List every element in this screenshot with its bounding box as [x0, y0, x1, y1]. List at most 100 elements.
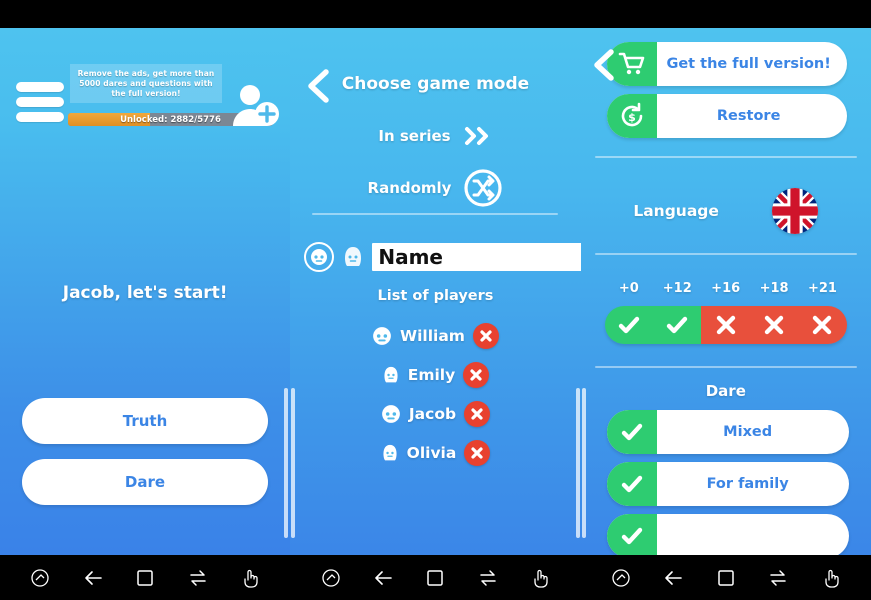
android-navigation-bar	[0, 555, 871, 600]
language-label: Language	[633, 202, 719, 220]
get-full-version-button[interactable]: Get the full version!	[606, 42, 847, 86]
hand-pointer-icon[interactable]	[818, 565, 844, 591]
truth-button-label: Truth	[122, 412, 168, 430]
dare-button-label: Dare	[124, 473, 166, 491]
panels-container: Remove the ads, get more than 5000 dares…	[0, 28, 871, 555]
close-x-icon[interactable]	[464, 439, 491, 466]
player-name: Emily	[407, 365, 456, 384]
check-icon	[667, 316, 688, 334]
avatar	[372, 326, 392, 346]
nav-group-3	[581, 555, 871, 600]
nav-group-1	[0, 555, 290, 600]
hand-pointer-icon[interactable]	[237, 565, 263, 591]
screenshot-icon[interactable]	[27, 565, 53, 591]
close-x-icon	[716, 315, 735, 335]
middle-panel-scrollbar-right[interactable]	[575, 388, 580, 538]
mode-randomly[interactable]: Randomly	[290, 168, 580, 208]
dare-option-partial[interactable]	[606, 514, 849, 555]
dare-option-label: For family	[706, 476, 789, 492]
close-x-icon[interactable]	[464, 400, 491, 427]
players-list-title: List of players	[377, 288, 494, 304]
status-bar	[0, 0, 871, 28]
dare-option-mixed[interactable]: Mixed	[606, 410, 849, 454]
mode-randomly-label: Randomly	[367, 179, 452, 197]
player-name: William	[400, 326, 465, 345]
mode-in-series[interactable]: In series	[290, 126, 580, 146]
player-name: Olivia	[406, 443, 457, 462]
age-toggle-18[interactable]	[749, 306, 799, 344]
hamburger-icon[interactable]	[16, 82, 64, 122]
get-full-version-label: Get the full version!	[666, 56, 831, 72]
restore-icon: $	[606, 94, 657, 138]
age-toggle-0[interactable]	[604, 306, 654, 344]
age-toggle-16[interactable]	[701, 306, 750, 344]
restore-label: Restore	[716, 108, 781, 124]
add-player-row	[290, 235, 581, 279]
player-name-input[interactable]	[372, 243, 581, 271]
left-panel-scrollbar[interactable]	[284, 388, 289, 538]
right-panel: Get the full version! $ Restore Language	[580, 28, 871, 555]
player-name: Jacob	[408, 404, 457, 423]
back-arrow-icon[interactable]	[590, 48, 618, 82]
dare-button[interactable]: Dare	[22, 459, 268, 505]
gender-female-toggle[interactable]	[342, 244, 364, 270]
mode-in-series-label: In series	[378, 127, 451, 145]
check-icon[interactable]	[606, 514, 657, 555]
list-item[interactable]: Olivia	[290, 433, 580, 472]
swap-icon[interactable]	[475, 565, 501, 591]
add-user-icon[interactable]	[228, 82, 280, 128]
nav-group-2	[290, 555, 580, 600]
promo-banner[interactable]: Remove the ads, get more than 5000 dares…	[70, 64, 222, 104]
list-item[interactable]: Jacob	[290, 394, 580, 433]
age-label: +12	[662, 281, 692, 296]
age-rating-toggles	[604, 306, 847, 344]
age-label: +16	[711, 281, 741, 296]
app-screen: Remove the ads, get more than 5000 dares…	[0, 0, 871, 600]
screenshot-icon[interactable]	[318, 565, 344, 591]
double-chevron-right-icon	[463, 126, 493, 146]
avatar	[381, 404, 401, 424]
list-item[interactable]: Emily	[290, 355, 580, 394]
middle-panel-scrollbar-left[interactable]	[291, 388, 296, 538]
check-icon[interactable]	[606, 462, 657, 506]
language-row[interactable]: Language	[581, 188, 871, 234]
age-label: +18	[759, 281, 789, 296]
uk-flag-icon[interactable]	[772, 188, 819, 234]
check-icon[interactable]	[606, 410, 657, 454]
swap-icon[interactable]	[185, 565, 211, 591]
back-icon[interactable]	[80, 565, 106, 591]
age-toggle-21[interactable]	[798, 306, 847, 344]
list-item[interactable]: William	[290, 316, 580, 355]
back-icon[interactable]	[660, 565, 686, 591]
greeting-title: Jacob, let's start!	[62, 283, 228, 303]
truth-button[interactable]: Truth	[22, 398, 268, 444]
left-panel: Remove the ads, get more than 5000 dares…	[0, 28, 291, 555]
divider-age	[594, 366, 857, 368]
dare-option-for-family[interactable]: For family	[606, 462, 849, 506]
close-x-icon[interactable]	[472, 322, 499, 349]
close-x-icon	[813, 315, 832, 335]
close-x-icon[interactable]	[463, 361, 490, 388]
divider-top	[312, 213, 559, 215]
right-panel-scrollbar[interactable]	[581, 388, 586, 538]
page-title: Choose game mode	[341, 74, 530, 94]
swap-icon[interactable]	[765, 565, 791, 591]
middle-panel: Choose game mode In series Randomly Name…	[290, 28, 581, 555]
restore-button[interactable]: $ Restore	[606, 94, 847, 138]
home-square-icon[interactable]	[422, 565, 448, 591]
dare-option-label: Mixed	[723, 424, 773, 440]
age-rating-labels: +0 +12 +16 +18 +21	[605, 281, 847, 296]
home-square-icon[interactable]	[132, 565, 158, 591]
dare-section-title: Dare	[705, 382, 746, 400]
age-toggle-12[interactable]	[653, 306, 702, 344]
gender-male-toggle[interactable]	[304, 242, 335, 272]
avatar	[381, 442, 399, 464]
home-square-icon[interactable]	[713, 565, 739, 591]
hand-pointer-icon[interactable]	[527, 565, 553, 591]
age-label: +0	[618, 281, 639, 296]
back-icon[interactable]	[370, 565, 396, 591]
divider-store	[594, 156, 857, 158]
players-list: William Emily Jacob Olivia	[290, 316, 580, 472]
screenshot-icon[interactable]	[608, 565, 634, 591]
close-x-icon	[764, 315, 784, 335]
